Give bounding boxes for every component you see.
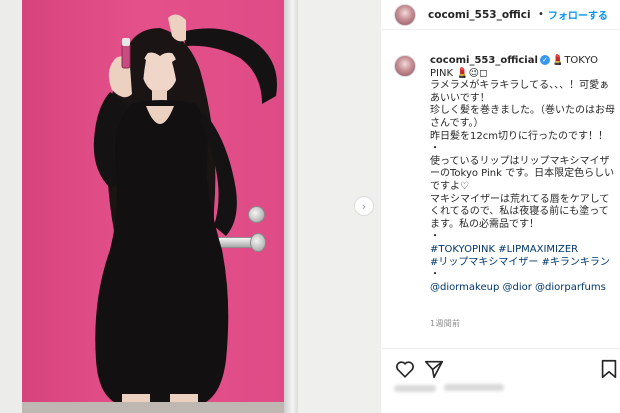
blurred-text [444,384,504,391]
bookmark-icon[interactable] [598,358,620,380]
person-figure [93,14,277,402]
blurred-text [394,385,436,392]
caption-line: ・ [430,231,440,243]
caption-first-line: cocomi_553_official ✓ 💄TOKYO PINK 💄😉◻ [430,55,616,80]
caption-avatar[interactable] [394,55,416,77]
mention-line[interactable]: @diormakeup @dior @diorparfums [430,282,616,295]
follow-button[interactable]: フォローする [548,7,608,22]
caption-line: 珍しく髪を巻きました。（巻いたのはお母さんです。） [430,105,615,129]
post-header: cocomi_553_offici • フォローする [382,0,620,30]
caption-line: 昨日髪を12cm切りに行ったのです！！ [430,130,608,142]
heart-icon[interactable] [394,358,416,380]
caption-line: マキシマイザーは荒れてる唇をケアしてくれてるので、私は夜寝る前にも塗ってます。私… [430,193,610,230]
instagram-post: › cocomi_553_offici • フォローする cocomi_553_… [0,0,620,413]
hashtag-line[interactable]: #リップマキシマイザー #キランキラン [430,257,616,270]
caption: cocomi_553_official ✓ 💄TOKYO PINK 💄😉◻ ラメラメ… [430,55,616,294]
caption-username[interactable]: cocomi_553_official [430,55,538,66]
post-time[interactable]: 1週間前 [430,318,460,329]
hashtag-line[interactable]: #TOKYOPINK #LIPMAXIMIZER [430,244,616,257]
header-separator: • [538,9,544,20]
chevron-right-icon: › [361,199,367,213]
header-username[interactable]: cocomi_553_offici [428,9,534,21]
blurred-likes [394,382,524,396]
caption-line: 使っているリップはリップマキシマイザーのTokyo Pink です。日本限定色ら… [430,155,615,192]
post-photo[interactable]: › [0,0,381,413]
avatar[interactable] [394,3,416,26]
paper-plane-icon[interactable] [423,358,445,380]
verified-badge-icon: ✓ [539,55,550,65]
caption-line: ・ [430,269,440,281]
caption-line: ラメラメがキラキラしてる、、、！可愛ぁあいいです！ [430,80,610,104]
post-sidebar: cocomi_553_offici • フォローする cocomi_553_of… [382,0,620,413]
caption-line: ・ [430,143,440,155]
next-photo-button[interactable]: › [354,196,374,216]
